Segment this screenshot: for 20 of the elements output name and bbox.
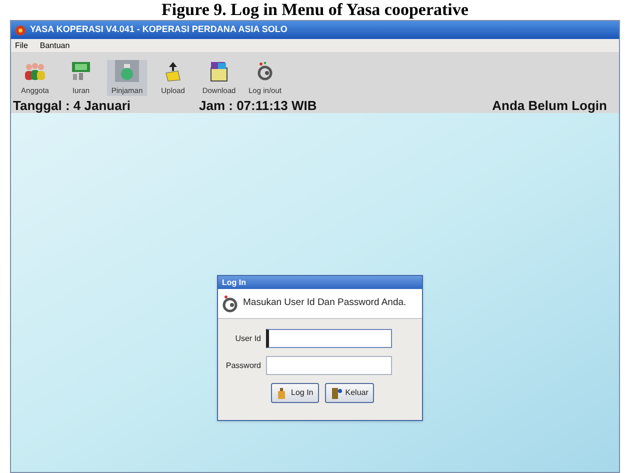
- menu-item[interactable]: File: [15, 40, 28, 52]
- time-text: Jam : 07:11:13 WIB: [199, 99, 318, 112]
- window-title: YASA KOPERASI V4.041 - KOPERASI PERDANA ASIA SOLO: [30, 23, 288, 36]
- exit-button[interactable]: Keluar: [325, 383, 374, 403]
- dialog-title: Log In: [222, 276, 246, 288]
- jar-icon: [115, 60, 139, 82]
- field-label: User Id: [234, 332, 262, 344]
- input-field[interactable]: [266, 329, 392, 348]
- figure-caption: Figure 9. Log in Menu of Yasa cooperative: [160, 0, 470, 20]
- app-logo-icon: [15, 24, 26, 36]
- date-text: Tanggal : 4 Januari: [13, 99, 132, 112]
- login-message: Masukan User Id Dan Password Anda.: [243, 296, 406, 310]
- bottle-icon: [277, 386, 288, 400]
- login-status: Anda Belum Login: [492, 99, 607, 112]
- input-field[interactable]: [266, 356, 392, 375]
- menu-item[interactable]: Bantuan: [40, 40, 70, 52]
- login-button[interactable]: Log In: [271, 383, 320, 403]
- door-icon: [331, 386, 342, 400]
- field-label: Password: [224, 360, 262, 372]
- banknote-icon: [69, 60, 93, 82]
